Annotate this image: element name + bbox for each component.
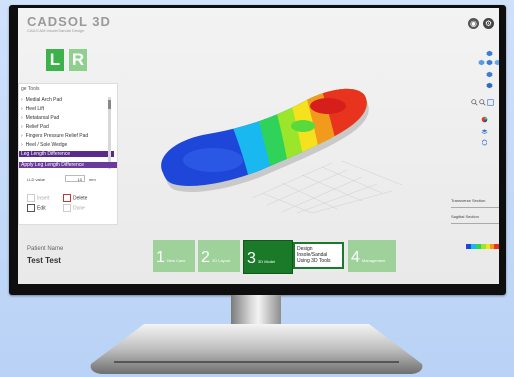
step-management[interactable]: 4 Management	[348, 240, 396, 272]
view-side-icon[interactable]	[494, 59, 499, 66]
done-label: Done	[73, 205, 85, 212]
transverse-section-slider[interactable]	[451, 203, 499, 208]
app-logo: CADSOL 3D	[27, 14, 111, 29]
sync-icon[interactable]	[481, 139, 488, 146]
step-label: 3D Model	[258, 259, 276, 264]
patient-name-value: Test Test	[27, 256, 61, 265]
tools-scrollbar-thumb[interactable]	[108, 100, 111, 109]
tool-metatarsal-pad[interactable]: Metatarsal Pad	[21, 115, 60, 121]
delete-icon	[63, 194, 71, 202]
zoom-out-icon[interactable]	[479, 99, 486, 106]
foot-left-button[interactable]: L	[46, 49, 64, 71]
step-number: 1	[156, 249, 165, 266]
view-bottom-icon[interactable]	[486, 82, 493, 89]
tools-panel: ge Tools Medial Arch Pad Heel Lift Metat…	[18, 83, 118, 225]
step-3d-model[interactable]: 3 3D Model	[243, 240, 293, 274]
monitor-stand-base	[90, 324, 423, 374]
edit-icon	[27, 204, 35, 212]
zoom-fit-icon[interactable]	[487, 99, 494, 106]
delete-button[interactable]: Delete	[63, 194, 87, 202]
lld-value-input[interactable]: 10	[65, 175, 85, 182]
step-label: Management	[362, 258, 386, 263]
layers-icon[interactable]	[481, 128, 488, 135]
insert-label: Insert	[37, 195, 50, 202]
step-label: New Case	[167, 258, 186, 263]
delete-label: Delete	[73, 195, 88, 202]
tools-panel-title: ge Tools	[21, 86, 40, 92]
patient-name-label: Patient Name	[27, 246, 64, 252]
insert-icon	[27, 194, 35, 202]
step-number: 3	[247, 250, 256, 267]
color-map-icon[interactable]	[481, 116, 488, 123]
gear-icon[interactable]: ⚙	[483, 18, 494, 29]
step-3d-description: Design Insole/Sandal Using 3D Tools	[293, 242, 344, 269]
view-cube-icon[interactable]	[486, 50, 493, 57]
tool-fingers-pressure-relief-pad[interactable]: Fingers Pressure Relief Pad	[21, 133, 89, 139]
insert-button[interactable]: Insert	[27, 194, 50, 202]
done-icon	[63, 204, 71, 212]
camera-icon[interactable]: ◉	[468, 18, 479, 29]
tool-medial-arch-pad[interactable]: Medial Arch Pad	[21, 97, 62, 103]
tool-heel-lift[interactable]: Heel Lift	[21, 106, 44, 112]
tool-heel-sole-wedge[interactable]: Heel / Sole Wedge	[21, 142, 68, 148]
apply-lld-header: Apply Leg Length Difference	[19, 162, 117, 168]
monitor-bezel: CADSOL 3D CAD/CAM Insole/Sandal Design ◉…	[9, 5, 506, 295]
edit-label: Edit	[37, 205, 46, 212]
zoom-in-icon[interactable]	[471, 99, 478, 106]
tool-leg-length-difference[interactable]: Leg Length Difference	[19, 151, 114, 157]
sagittal-section-slider[interactable]	[451, 219, 499, 224]
lld-unit-label: mm	[89, 177, 96, 182]
step-new-case[interactable]: 1 New Case	[153, 240, 195, 272]
view-iso-icon[interactable]	[486, 71, 493, 78]
step-2d-layout[interactable]: 2 2D Layout	[198, 240, 240, 272]
step-label: 2D Layout	[212, 258, 231, 263]
step-number: 4	[351, 249, 360, 266]
insole-3d-model[interactable]	[153, 78, 378, 198]
app-screen: CADSOL 3D CAD/CAM Insole/Sandal Design ◉…	[18, 8, 499, 284]
edit-button[interactable]: Edit	[27, 204, 46, 212]
view-front-icon[interactable]	[486, 59, 493, 66]
foot-right-button[interactable]: R	[69, 49, 87, 71]
tool-relief-pad[interactable]: Relief Pad	[21, 124, 49, 130]
done-button[interactable]: Done	[63, 204, 85, 212]
pressure-color-legend	[466, 244, 499, 249]
step-number: 2	[201, 249, 210, 266]
lld-value-label: LLD value	[27, 177, 46, 182]
app-logo-subtitle: CAD/CAM Insole/Sandal Design	[27, 28, 85, 33]
view-top-icon[interactable]	[478, 59, 485, 66]
